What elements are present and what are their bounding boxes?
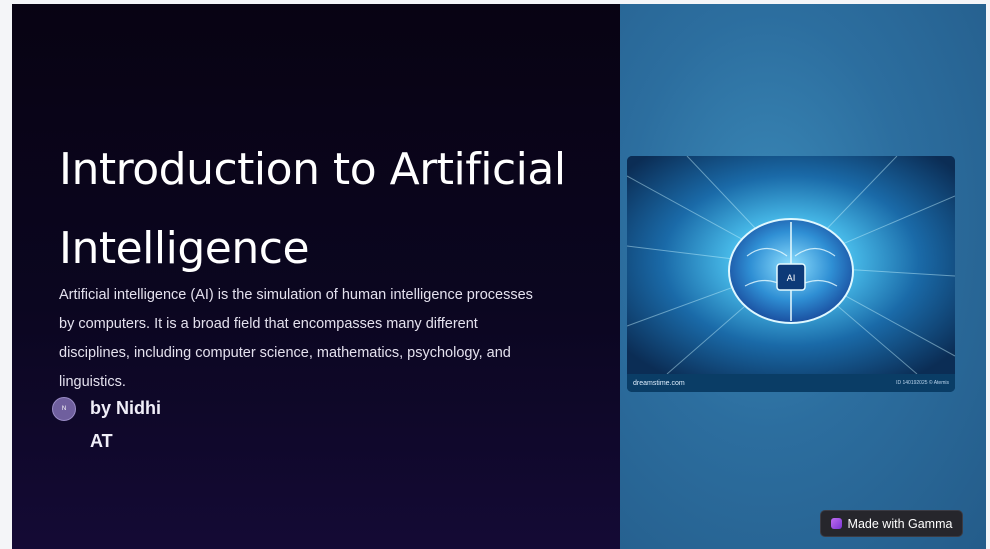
made-with-gamma-badge[interactable]: Made with Gamma <box>820 510 963 537</box>
ai-brain-image: AI dreamstime.com ID 140192025 © Atemis <box>627 156 955 392</box>
badge-label: Made with Gamma <box>847 516 953 531</box>
brain-illustration: AI <box>627 156 955 374</box>
watermark-left: dreamstime.com <box>633 379 685 387</box>
watermark-right: ID 140192025 © Atemis <box>896 380 949 386</box>
slide-title: Introduction to Artificial Intelligence <box>59 144 566 274</box>
slide-body-text: Artificial intelligence (AI) is the simu… <box>59 287 533 390</box>
avatar: N <box>52 397 76 421</box>
chip-label: AI <box>787 274 796 284</box>
avatar-initial: N <box>61 406 67 412</box>
author-name: by Nidhi <box>90 398 161 418</box>
gamma-logo-icon <box>830 518 842 529</box>
image-watermark-bar: dreamstime.com ID 140192025 © Atemis <box>627 374 955 392</box>
author-line2: AT <box>90 431 113 451</box>
